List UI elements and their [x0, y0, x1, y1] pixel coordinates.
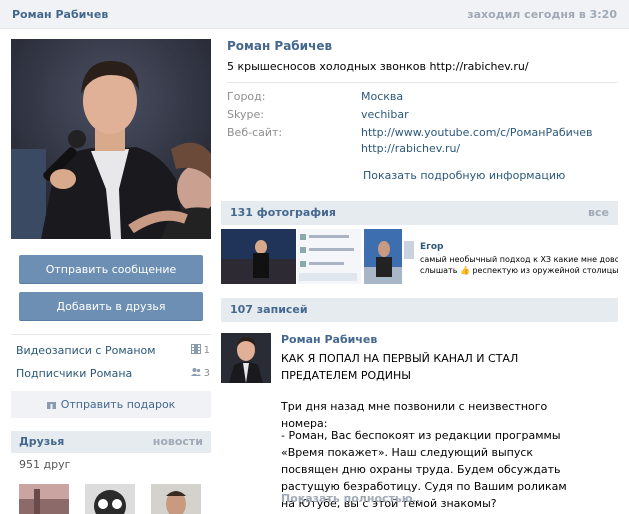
- send-gift-label: Отправить подарок: [60, 398, 176, 411]
- photos-title[interactable]: 131 фотография: [230, 206, 336, 219]
- photos-header: 131 фотография все: [221, 201, 618, 225]
- photos-all-link[interactable]: все: [588, 206, 609, 219]
- chat-author-name: Егор: [420, 242, 444, 252]
- chat-text-line1: самый необычный подход к ХЗ какие мне до…: [420, 255, 618, 264]
- wall-title[interactable]: 107 записей: [230, 303, 308, 316]
- photo-thumb[interactable]: [364, 229, 402, 284]
- last-seen-text: заходил сегодня в 3:20: [467, 8, 617, 21]
- profile-avatar[interactable]: [11, 39, 211, 239]
- info-label-website: Веб-сайт:: [227, 126, 283, 139]
- info-divider: [227, 82, 617, 83]
- profile-top-bar: Роман Рабичев заходил сегодня в 3:20: [0, 0, 629, 29]
- photo-thumb[interactable]: [297, 229, 361, 284]
- info-value-youtube-link[interactable]: http://www.youtube.com/c/РоманРабичев: [361, 126, 593, 139]
- videos-count: 1: [203, 345, 210, 356]
- post-author-name[interactable]: Роман Рабичев: [281, 333, 377, 346]
- friends-count: 951 друг: [19, 458, 71, 471]
- profile-status: 5 крышесносов холодных звонков http://ra…: [227, 60, 529, 73]
- info-value-skype[interactable]: vechibar: [361, 108, 409, 121]
- friend-avatar[interactable]: [85, 484, 135, 514]
- post-author-avatar[interactable]: [221, 333, 271, 383]
- side-divider: [11, 334, 211, 335]
- send-message-button[interactable]: Отправить сообщение: [19, 255, 203, 284]
- side-link-followers[interactable]: Подписчики Романа: [16, 367, 132, 380]
- info-label-skype: Skype:: [227, 108, 264, 121]
- photo-thumb[interactable]: [221, 229, 296, 284]
- friend-avatar[interactable]: [151, 484, 201, 514]
- send-gift-button[interactable]: Отправить подарок: [11, 391, 211, 418]
- post-headline: КАК Я ПОПАЛ НА ПЕРВЫЙ КАНАЛ И СТАЛ ПРЕДА…: [281, 352, 519, 382]
- gift-icon: [46, 400, 56, 409]
- info-value-site-link[interactable]: http://rabichev.ru/: [361, 142, 460, 155]
- friends-title[interactable]: Друзья: [19, 435, 64, 448]
- friend-avatar[interactable]: [19, 484, 69, 514]
- film-icon: [191, 344, 201, 354]
- followers-count: 3: [203, 368, 210, 379]
- show-more-info-link[interactable]: Показать подробную информацию: [363, 169, 565, 182]
- info-label-city: Город:: [227, 90, 266, 103]
- chat-text-line2: слышать 👍 респектую из оружейной столицы…: [420, 266, 618, 275]
- photo-thumb-chat[interactable]: Егор самый необычный подход к ХЗ какие м…: [404, 229, 618, 284]
- friends-header: Друзья новости: [11, 431, 211, 453]
- side-link-videos[interactable]: Видеозаписи с Романом: [16, 344, 156, 357]
- top-bar-name: Роман Рабичев: [12, 8, 109, 21]
- profile-name: Роман Рабичев: [227, 39, 333, 53]
- wall-header: 107 записей: [221, 298, 618, 322]
- friends-news-link[interactable]: новости: [153, 435, 203, 448]
- post-show-more-link[interactable]: Показать полностью…: [281, 492, 424, 505]
- add-friend-button[interactable]: Добавить в друзья: [19, 292, 203, 321]
- people-icon: [191, 368, 201, 376]
- info-value-city[interactable]: Москва: [361, 90, 403, 103]
